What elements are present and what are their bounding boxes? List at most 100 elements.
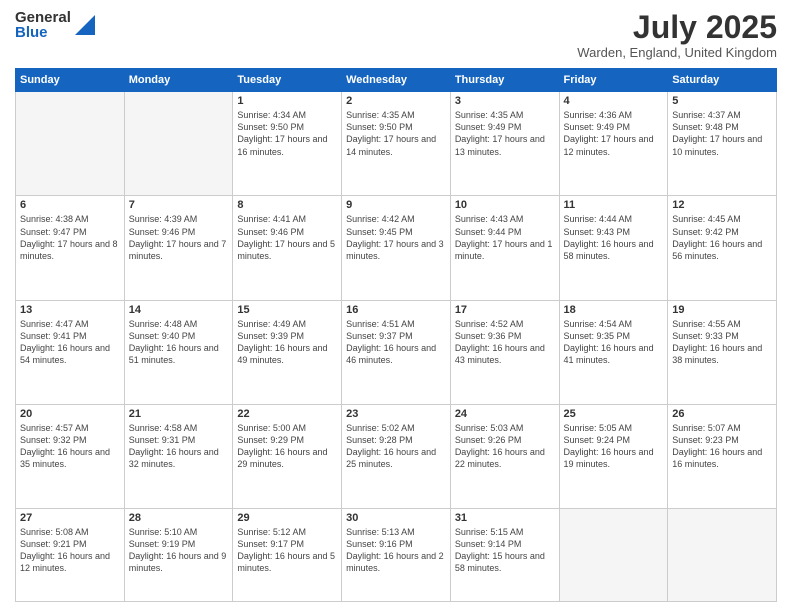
- day-number: 20: [20, 408, 120, 420]
- day-number: 21: [129, 408, 229, 420]
- calendar-cell: 22Sunrise: 5:00 AM Sunset: 9:29 PM Dayli…: [233, 404, 342, 508]
- calendar-header: Sunday Monday Tuesday Wednesday Thursday…: [16, 69, 777, 92]
- day-number: 13: [20, 304, 120, 316]
- day-number: 14: [129, 304, 229, 316]
- calendar-cell: 11Sunrise: 4:44 AM Sunset: 9:43 PM Dayli…: [559, 196, 668, 300]
- calendar-cell: 19 Sunrise: 4:55 AM Sunset: 9:33 PM Dayli…: [668, 300, 777, 404]
- calendar-cell: 14 Sunrise: 4:48 AM Sunset: 9:40 PM Dayli…: [124, 300, 233, 404]
- calendar-cell: 26 Sunrise: 5:07 AM Sunset: 9:23 PM Dayli…: [668, 404, 777, 508]
- day-number: 18: [564, 304, 664, 316]
- day-info: Sunrise: 4:42 AM Sunset: 9:45 PM Dayligh…: [346, 213, 446, 262]
- calendar-cell: 16 Sunrise: 4:51 AM Sunset: 9:37 PM Dayli…: [342, 300, 451, 404]
- calendar-cell: 12 Sunrise: 4:45 AM Sunset: 9:42 PM Dayli…: [668, 196, 777, 300]
- week-row-3: 13 Sunrise: 4:47 AM Sunset: 9:41 PM Dayli…: [16, 300, 777, 404]
- day-info: Sunrise: 4:54 AM Sunset: 9:35 PM Dayligh…: [564, 318, 664, 367]
- calendar-cell: [124, 92, 233, 196]
- day-info: Sunrise: 5:03 AM Sunset: 9:26 PM Dayligh…: [455, 422, 555, 471]
- calendar-cell: [668, 508, 777, 601]
- day-info: Sunrise: 5:10 AM Sunset: 9:19 PM Dayligh…: [129, 526, 229, 575]
- day-info: Sunrise: 4:49 AM Sunset: 9:39 PM Dayligh…: [237, 318, 337, 367]
- day-number: 23: [346, 408, 446, 420]
- day-info: Sunrise: 4:41 AM Sunset: 9:46 PM Dayligh…: [237, 213, 337, 262]
- day-info: Sunrise: 4:55 AM Sunset: 9:33 PM Dayligh…: [672, 318, 772, 367]
- day-info: Sunrise: 4:44 AM Sunset: 9:43 PM Dayligh…: [564, 213, 664, 262]
- day-info: Sunrise: 4:57 AM Sunset: 9:32 PM Dayligh…: [20, 422, 120, 471]
- day-info: Sunrise: 5:08 AM Sunset: 9:21 PM Dayligh…: [20, 526, 120, 575]
- day-number: 5: [672, 95, 772, 107]
- calendar-cell: 31Sunrise: 5:15 AM Sunset: 9:14 PM Dayli…: [450, 508, 559, 601]
- main-title: July 2025: [577, 10, 777, 45]
- day-number: 2: [346, 95, 446, 107]
- calendar-cell: 29Sunrise: 5:12 AM Sunset: 9:17 PM Dayli…: [233, 508, 342, 601]
- day-number: 28: [129, 512, 229, 524]
- day-number: 10: [455, 199, 555, 211]
- day-info: Sunrise: 5:13 AM Sunset: 9:16 PM Dayligh…: [346, 526, 446, 575]
- day-number: 29: [237, 512, 337, 524]
- day-number: 16: [346, 304, 446, 316]
- logo: General Blue: [15, 10, 95, 40]
- day-info: Sunrise: 4:45 AM Sunset: 9:42 PM Dayligh…: [672, 213, 772, 262]
- week-row-4: 20 Sunrise: 4:57 AM Sunset: 9:32 PM Dayli…: [16, 404, 777, 508]
- day-info: Sunrise: 4:39 AM Sunset: 9:46 PM Dayligh…: [129, 213, 229, 262]
- calendar-cell: 28 Sunrise: 5:10 AM Sunset: 9:19 PM Dayli…: [124, 508, 233, 601]
- col-thursday: Thursday: [450, 69, 559, 92]
- day-number: 19: [672, 304, 772, 316]
- calendar-body: 1 Sunrise: 4:34 AM Sunset: 9:50 PM Daylig…: [16, 92, 777, 602]
- calendar-cell: 30Sunrise: 5:13 AM Sunset: 9:16 PM Dayli…: [342, 508, 451, 601]
- calendar-cell: 6Sunrise: 4:38 AM Sunset: 9:47 PM Daylig…: [16, 196, 125, 300]
- calendar-cell: 23 Sunrise: 5:02 AM Sunset: 9:28 PM Dayli…: [342, 404, 451, 508]
- col-monday: Monday: [124, 69, 233, 92]
- col-saturday: Saturday: [668, 69, 777, 92]
- calendar-cell: 2 Sunrise: 4:35 AM Sunset: 9:50 PM Daylig…: [342, 92, 451, 196]
- col-friday: Friday: [559, 69, 668, 92]
- day-info: Sunrise: 4:58 AM Sunset: 9:31 PM Dayligh…: [129, 422, 229, 471]
- day-number: 8: [237, 199, 337, 211]
- day-info: Sunrise: 4:35 AM Sunset: 9:50 PM Dayligh…: [346, 109, 446, 158]
- day-info: Sunrise: 4:35 AM Sunset: 9:49 PM Dayligh…: [455, 109, 555, 158]
- calendar-cell: 25Sunrise: 5:05 AM Sunset: 9:24 PM Dayli…: [559, 404, 668, 508]
- calendar-cell: 24Sunrise: 5:03 AM Sunset: 9:26 PM Dayli…: [450, 404, 559, 508]
- calendar-cell: 15 Sunrise: 4:49 AM Sunset: 9:39 PM Dayli…: [233, 300, 342, 404]
- calendar-cell: 20 Sunrise: 4:57 AM Sunset: 9:32 PM Dayli…: [16, 404, 125, 508]
- day-number: 6: [20, 199, 120, 211]
- day-number: 1: [237, 95, 337, 107]
- logo-text: General Blue: [15, 10, 71, 40]
- day-info: Sunrise: 5:05 AM Sunset: 9:24 PM Dayligh…: [564, 422, 664, 471]
- day-info: Sunrise: 4:48 AM Sunset: 9:40 PM Dayligh…: [129, 318, 229, 367]
- calendar-table: Sunday Monday Tuesday Wednesday Thursday…: [15, 68, 777, 602]
- calendar-cell: 4Sunrise: 4:36 AM Sunset: 9:49 PM Daylig…: [559, 92, 668, 196]
- day-info: Sunrise: 5:07 AM Sunset: 9:23 PM Dayligh…: [672, 422, 772, 471]
- calendar-cell: 21 Sunrise: 4:58 AM Sunset: 9:31 PM Dayli…: [124, 404, 233, 508]
- day-number: 7: [129, 199, 229, 211]
- day-info: Sunrise: 4:52 AM Sunset: 9:36 PM Dayligh…: [455, 318, 555, 367]
- calendar-cell: 17 Sunrise: 4:52 AM Sunset: 9:36 PM Dayli…: [450, 300, 559, 404]
- day-number: 12: [672, 199, 772, 211]
- calendar-cell: 13 Sunrise: 4:47 AM Sunset: 9:41 PM Dayli…: [16, 300, 125, 404]
- logo-general: General: [15, 10, 71, 25]
- day-number: 31: [455, 512, 555, 524]
- calendar-cell: 3Sunrise: 4:35 AM Sunset: 9:49 PM Daylig…: [450, 92, 559, 196]
- day-info: Sunrise: 4:34 AM Sunset: 9:50 PM Dayligh…: [237, 109, 337, 158]
- day-number: 15: [237, 304, 337, 316]
- day-info: Sunrise: 4:51 AM Sunset: 9:37 PM Dayligh…: [346, 318, 446, 367]
- day-info: Sunrise: 4:47 AM Sunset: 9:41 PM Dayligh…: [20, 318, 120, 367]
- week-row-5: 27 Sunrise: 5:08 AM Sunset: 9:21 PM Dayli…: [16, 508, 777, 601]
- subtitle: Warden, England, United Kingdom: [577, 45, 777, 60]
- day-info: Sunrise: 4:36 AM Sunset: 9:49 PM Dayligh…: [564, 109, 664, 158]
- calendar-cell: 9Sunrise: 4:42 AM Sunset: 9:45 PM Daylig…: [342, 196, 451, 300]
- day-info: Sunrise: 5:02 AM Sunset: 9:28 PM Dayligh…: [346, 422, 446, 471]
- week-row-1: 1 Sunrise: 4:34 AM Sunset: 9:50 PM Daylig…: [16, 92, 777, 196]
- calendar-cell: 10Sunrise: 4:43 AM Sunset: 9:44 PM Dayli…: [450, 196, 559, 300]
- day-number: 27: [20, 512, 120, 524]
- calendar-cell: 5Sunrise: 4:37 AM Sunset: 9:48 PM Daylig…: [668, 92, 777, 196]
- day-number: 22: [237, 408, 337, 420]
- day-number: 17: [455, 304, 555, 316]
- header-row: Sunday Monday Tuesday Wednesday Thursday…: [16, 69, 777, 92]
- calendar-cell: 27 Sunrise: 5:08 AM Sunset: 9:21 PM Dayli…: [16, 508, 125, 601]
- header: General Blue July 2025 Warden, England, …: [15, 10, 777, 60]
- day-number: 26: [672, 408, 772, 420]
- calendar-cell: 8 Sunrise: 4:41 AM Sunset: 9:46 PM Daylig…: [233, 196, 342, 300]
- calendar-cell: [559, 508, 668, 601]
- logo-blue: Blue: [15, 25, 71, 40]
- calendar-cell: 1 Sunrise: 4:34 AM Sunset: 9:50 PM Daylig…: [233, 92, 342, 196]
